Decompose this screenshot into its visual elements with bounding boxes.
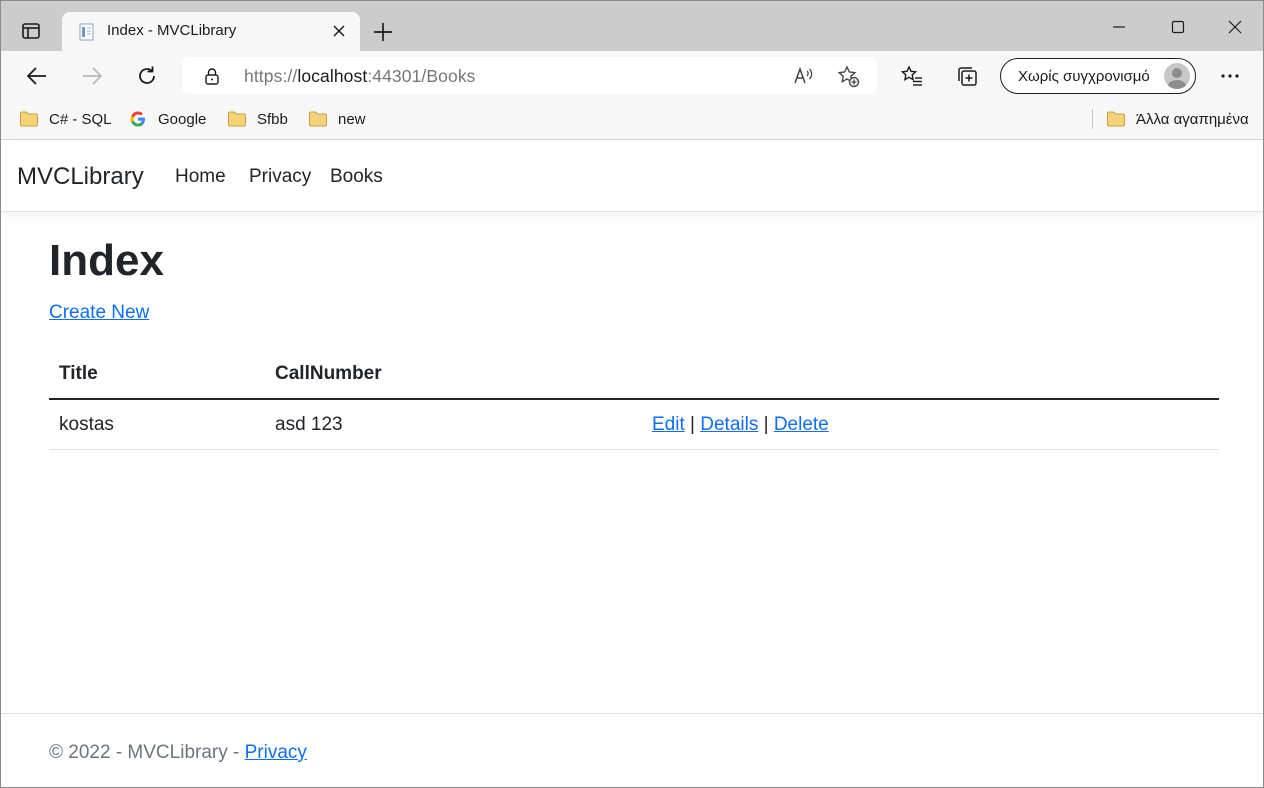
cell-callnumber: asd 123 — [275, 414, 343, 435]
profile-sync-button[interactable]: Χωρίς συγχρονισμό — [1000, 58, 1196, 94]
browser-window: Index - MVCLibrary https://localhost:443… — [0, 0, 1264, 788]
close-tab-icon[interactable] — [330, 22, 348, 40]
maximize-icon[interactable] — [1166, 15, 1190, 39]
settings-more-button[interactable] — [1215, 61, 1245, 91]
create-new-link[interactable]: Create New — [49, 302, 149, 324]
collections-icon — [958, 67, 977, 86]
bookmark-item[interactable]: C# - SQL — [19, 108, 112, 130]
bookmark-label: Sfbb — [257, 110, 288, 128]
favorites-button[interactable] — [897, 61, 927, 91]
site-footer: © 2022 - MVCLibrary - Privacy — [1, 713, 1263, 787]
back-arrow-icon — [26, 67, 46, 85]
bookmark-item[interactable]: Sfbb — [227, 108, 288, 130]
footer-privacy-link[interactable]: Privacy — [245, 742, 307, 763]
address-bar[interactable]: https://localhost:44301/Books — [182, 57, 877, 94]
refresh-button[interactable] — [132, 61, 162, 91]
tab-title: Index - MVCLibrary — [107, 22, 237, 39]
folder-icon — [309, 111, 327, 127]
page-title: Index — [49, 236, 164, 285]
other-favorites-item[interactable]: Άλλα αγαπημένα — [1106, 108, 1249, 130]
bookmark-item[interactable]: new — [308, 108, 366, 130]
folder-icon — [228, 111, 246, 127]
nav-link-privacy[interactable]: Privacy — [249, 166, 311, 188]
tab-actions-button[interactable] — [13, 15, 49, 47]
edit-link[interactable]: Edit — [652, 414, 685, 435]
site-navbar: MVCLibrary Home Privacy Books — [1, 141, 1263, 212]
back-button[interactable] — [22, 61, 52, 91]
details-link[interactable]: Details — [700, 414, 758, 435]
bookmark-label: Google — [158, 110, 207, 128]
forward-arrow-icon — [83, 67, 103, 85]
new-tab-icon[interactable] — [370, 19, 396, 45]
avatar — [1164, 63, 1190, 89]
google-icon — [130, 111, 145, 127]
minimize-icon[interactable] — [1107, 15, 1131, 39]
separator: | — [690, 414, 695, 435]
browser-tab[interactable]: Index - MVCLibrary — [62, 12, 360, 52]
other-favorites-label: Άλλα αγαπημένα — [1136, 110, 1249, 128]
bookmark-item[interactable]: Google — [128, 108, 206, 130]
site-brand-link[interactable]: MVCLibrary — [17, 163, 144, 191]
page-icon — [79, 23, 94, 41]
title-bar: Index - MVCLibrary — [1, 1, 1263, 52]
nav-link-home[interactable]: Home — [175, 166, 226, 188]
separator: | — [763, 414, 769, 435]
collections-button[interactable] — [952, 61, 982, 91]
lock-icon[interactable] — [204, 67, 220, 85]
footer-text: © 2022 - MVCLibrary - Privacy — [49, 742, 307, 763]
person-icon — [1168, 68, 1186, 89]
divider — [1092, 109, 1093, 129]
url-text: https://localhost:44301/Books — [244, 66, 476, 86]
header-divider — [49, 398, 1219, 400]
row-divider — [49, 449, 1219, 450]
read-aloud-icon[interactable] — [792, 65, 814, 87]
bookmark-label: C# - SQL — [49, 110, 112, 128]
more-icon — [1221, 74, 1239, 78]
favorites-bar: C# - SQL Google Sfbb new Άλλα αγαπημένα — [1, 101, 1263, 140]
refresh-icon — [139, 66, 155, 84]
folder-icon — [1107, 111, 1125, 127]
column-header-title: Title — [59, 363, 98, 384]
cell-title: kostas — [59, 414, 114, 435]
close-window-icon[interactable] — [1223, 15, 1247, 39]
folder-icon — [20, 111, 38, 127]
favorites-icon — [900, 65, 922, 86]
add-favorite-icon[interactable] — [836, 64, 860, 88]
column-header-callnumber: CallNumber — [275, 363, 382, 384]
nav-link-books[interactable]: Books — [330, 166, 383, 188]
delete-link[interactable]: Delete — [774, 414, 829, 435]
bookmark-label: new — [338, 110, 366, 128]
row-actions: Edit | Details | Delete — [652, 414, 829, 436]
browser-toolbar: https://localhost:44301/Books Χωρίς συγχ… — [1, 51, 1263, 101]
forward-button[interactable] — [77, 61, 107, 91]
sync-status-label: Χωρίς συγχρονισμό — [1018, 68, 1150, 85]
tab-actions-icon — [22, 23, 40, 39]
